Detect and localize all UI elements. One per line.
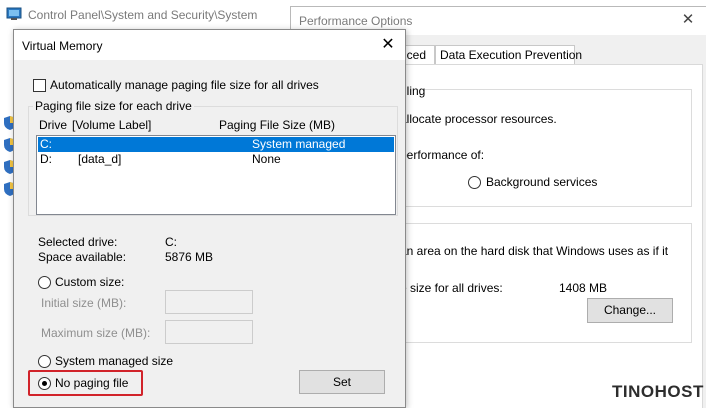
total-paging-label: e size for all drives: (400, 281, 503, 295)
space-available-label: Space available: (38, 250, 127, 264)
maximum-size-label: Maximum size (MB): (41, 326, 151, 340)
system-managed-label: System managed size (55, 354, 174, 368)
selected-drive-label: Selected drive: (38, 235, 118, 249)
drive-letter: D: (40, 152, 52, 166)
system-managed-radio[interactable] (38, 355, 51, 368)
drive-volume-label: [data_d] (78, 152, 122, 166)
computer-icon (6, 7, 22, 20)
column-paging-size: Paging File Size (MB) (219, 118, 336, 132)
processor-scheduling-description: allocate processor resources. (400, 112, 557, 126)
column-drive: Drive (39, 118, 68, 132)
background-services-label: Background services (486, 175, 598, 189)
custom-size-label: Custom size: (55, 275, 125, 289)
tab-data-execution-prevention[interactable]: Data Execution Prevention (435, 45, 582, 65)
drive-list[interactable]: C: System managed D: [data_d] None (36, 135, 396, 215)
adjust-performance-label: performance of: (400, 148, 485, 162)
selected-drive-value: C: (165, 235, 177, 249)
total-paging-value: 1408 MB (559, 281, 608, 295)
drive-paging-size: System managed (252, 137, 346, 151)
maximum-size-input[interactable] (165, 320, 253, 344)
drive-row-d[interactable]: D: [data_d] None (38, 152, 394, 167)
control-panel-title: Control Panel\System and Security\System (28, 8, 258, 22)
initial-size-input[interactable] (165, 290, 253, 314)
custom-size-radio[interactable] (38, 276, 51, 289)
drive-row-c[interactable]: C: System managed (38, 137, 394, 152)
set-button[interactable]: Set (299, 370, 385, 394)
virtual-memory-dialog: Virtual Memory ✕ Automatically manage pa… (13, 29, 406, 408)
paging-file-group-label: Paging file size for each drive (33, 99, 194, 113)
no-paging-radio[interactable] (38, 377, 51, 390)
space-available-value: 5876 MB (165, 250, 214, 264)
auto-manage-label: Automatically manage paging file size fo… (50, 78, 319, 92)
change-button[interactable]: Change... (587, 298, 673, 323)
drive-paging-size: None (252, 152, 281, 166)
virtual-memory-titlebar: Virtual Memory ✕ (14, 30, 405, 60)
no-paging-label: No paging file (55, 376, 129, 390)
initial-size-label: Initial size (MB): (41, 296, 127, 310)
virtual-memory-description: an area on the hard disk that Windows us… (400, 244, 669, 258)
drive-letter: C: (40, 137, 52, 151)
close-icon[interactable]: ✕ (677, 9, 699, 31)
background-services-radio[interactable] (468, 176, 481, 189)
auto-manage-checkbox[interactable] (33, 79, 46, 92)
close-icon[interactable]: ✕ (377, 34, 399, 56)
performance-options-tab-panel: uling allocate processor resources. perf… (395, 64, 703, 408)
column-volume-label: [Volume Label] (72, 118, 152, 132)
performance-options-title: Performance Options (299, 14, 413, 28)
virtual-memory-title: Virtual Memory (22, 39, 103, 53)
watermark-logo: TINOHOST (612, 382, 704, 401)
